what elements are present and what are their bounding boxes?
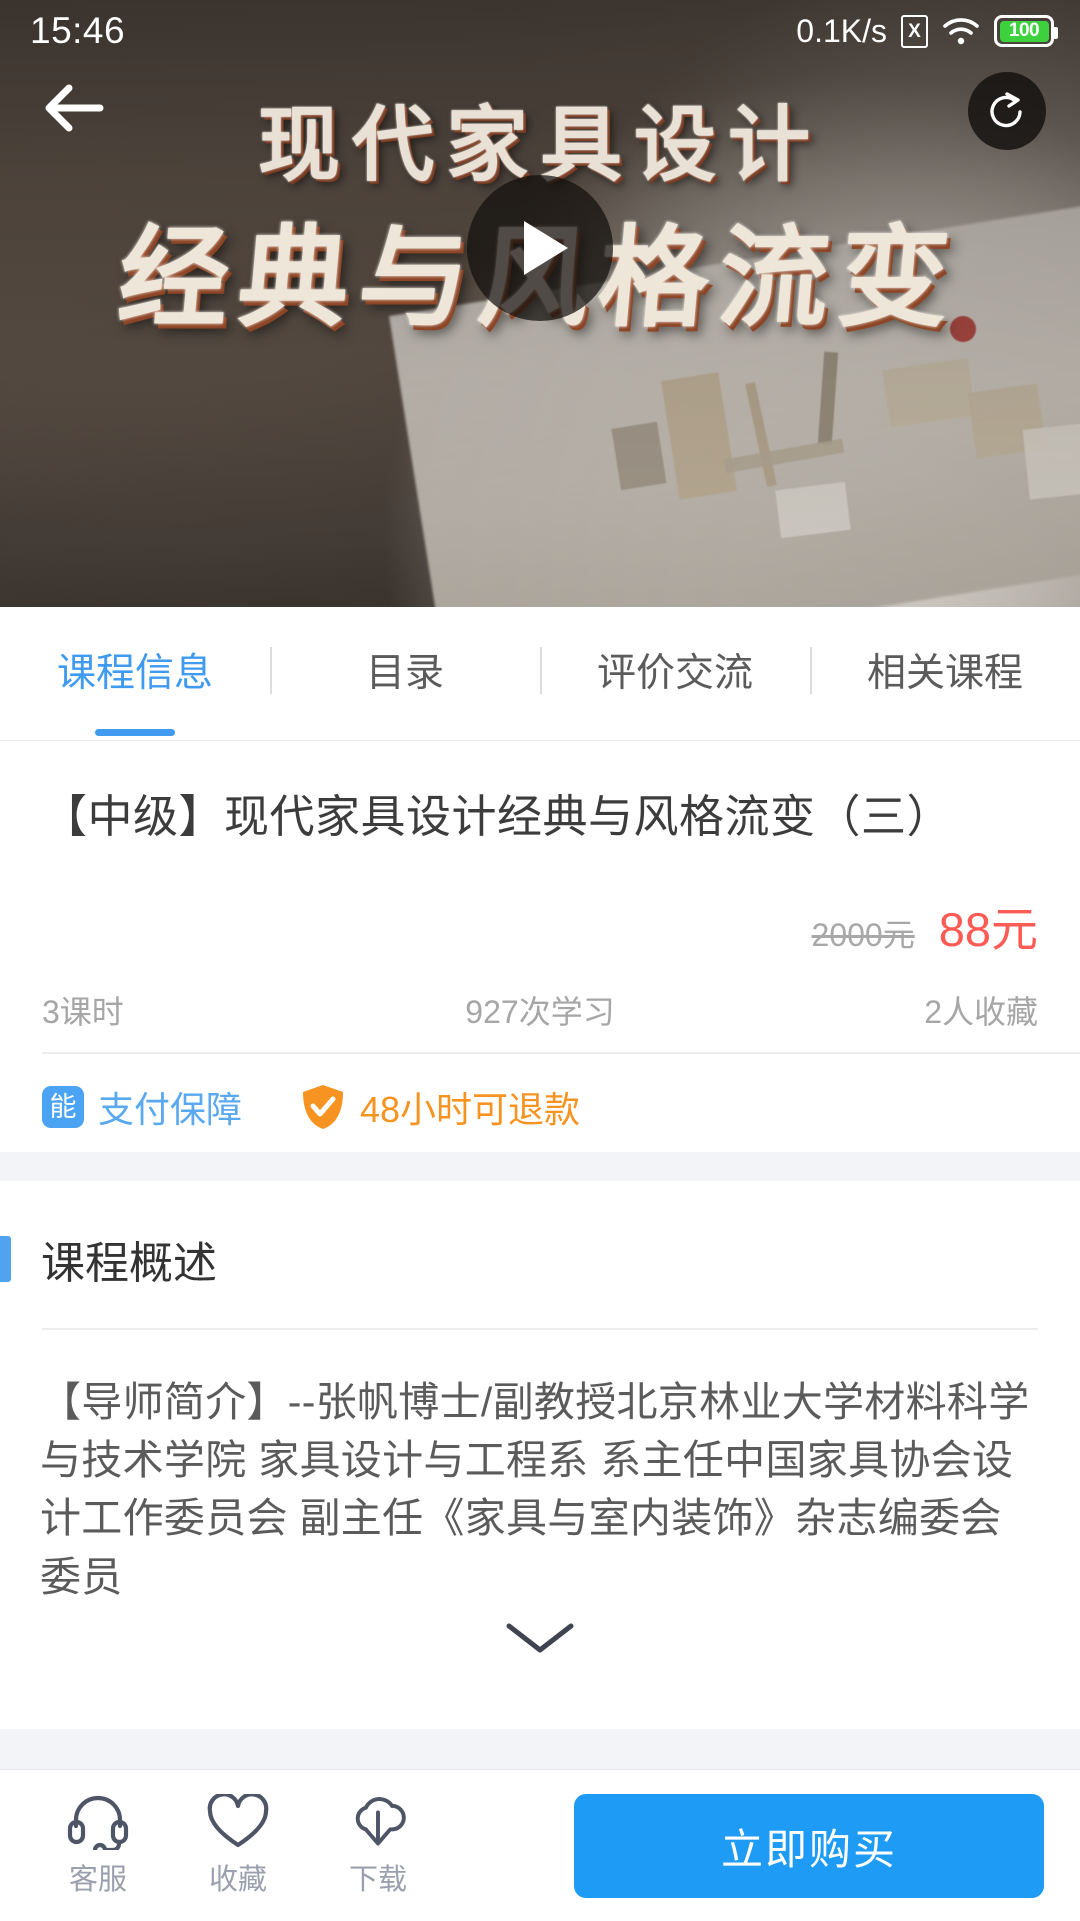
course-stats: 3课时 927次学习 2人收藏: [0, 987, 1080, 1033]
status-indicators: 0.1K/s X 100: [796, 12, 1058, 50]
cloud-download-icon: [347, 1792, 409, 1850]
status-time: 15:46: [30, 10, 126, 51]
chevron-down-icon: [503, 1618, 577, 1663]
tab-reviews[interactable]: 评价交流: [540, 607, 810, 740]
shield-check-icon: [300, 1083, 346, 1131]
status-bar: 15:46 0.1K/s X 100: [0, 0, 1080, 62]
favorite-label: 收藏: [208, 1864, 267, 1896]
price-row: 2000元 88元: [812, 891, 1038, 960]
course-info-card: 【中级】现代家具设计经典与风格流变（三） 2000元 88元 3课时 927次学…: [0, 741, 1080, 1152]
play-icon: [524, 221, 568, 275]
section-spacer: [0, 1152, 1080, 1181]
wifi-icon: [942, 16, 980, 46]
section-title: 课程概述: [41, 1239, 217, 1288]
course-overview-section: 课程概述 【导师简介】--张帆博士/副教授北京林业大学材料科学与技术学院 家具设…: [0, 1181, 1080, 1729]
overview-text: 【导师简介】--张帆博士/副教授北京林业大学材料科学与技术学院 家具设计与工程系…: [40, 1379, 1030, 1600]
tab-bar[interactable]: 课程信息 目录 评价交流 相关课程: [0, 607, 1080, 741]
original-price: 2000元: [811, 917, 915, 953]
stat-lessons: 3课时: [42, 994, 124, 1030]
battery-icon: 100: [994, 15, 1058, 47]
sim-card-disabled-icon: X: [901, 14, 928, 48]
heart-icon: [207, 1792, 269, 1850]
back-arrow-icon: [43, 83, 105, 138]
share-button[interactable]: [968, 72, 1046, 150]
customer-service-button[interactable]: 客服: [28, 1770, 168, 1921]
course-title: 【中级】现代家具设计经典与风格流变（三）: [42, 791, 953, 842]
bottom-spacer: [0, 1729, 1080, 1769]
customer-service-label: 客服: [68, 1864, 127, 1896]
favorite-button[interactable]: 收藏: [168, 1770, 308, 1921]
download-button[interactable]: 下载: [308, 1770, 448, 1921]
payment-guarantee-label: 支付保障: [98, 1089, 243, 1130]
share-icon: [985, 87, 1029, 136]
section-accent-bar: [0, 1236, 11, 1282]
stats-divider: [42, 1052, 1080, 1054]
download-label: 下载: [348, 1864, 407, 1896]
tab-catalog[interactable]: 目录: [270, 607, 540, 740]
expand-overview-button[interactable]: [495, 1613, 585, 1667]
refund-label: 48小时可退款: [360, 1089, 581, 1130]
buy-now-button[interactable]: 立即购买: [574, 1794, 1044, 1898]
section-header: 课程概述: [0, 1227, 217, 1291]
payment-guarantee-badge: 能 支付保障: [42, 1081, 242, 1133]
tab-related-courses[interactable]: 相关课程: [810, 607, 1080, 740]
stat-favorites: 2人收藏: [924, 994, 1038, 1030]
current-price: 88元: [938, 903, 1038, 956]
refund-badge: 48小时可退款: [300, 1081, 580, 1133]
tab-course-info[interactable]: 课程信息: [0, 607, 270, 740]
stat-views: 927次学习: [465, 994, 615, 1030]
payment-shield-icon: 能: [42, 1086, 84, 1128]
headset-icon: [67, 1792, 129, 1850]
video-banner[interactable]: 现代家具设计 经典与风格流变: [0, 0, 1080, 607]
section-divider: [42, 1328, 1038, 1330]
bottom-action-bar: 客服 收藏 下载 立即购买: [0, 1769, 1080, 1920]
back-button[interactable]: [28, 78, 120, 142]
guarantee-badges: 能 支付保障 48小时可退款: [42, 1081, 580, 1133]
battery-level: 100: [999, 20, 1049, 42]
network-speed: 0.1K/s: [796, 12, 887, 49]
play-button[interactable]: [467, 175, 613, 321]
